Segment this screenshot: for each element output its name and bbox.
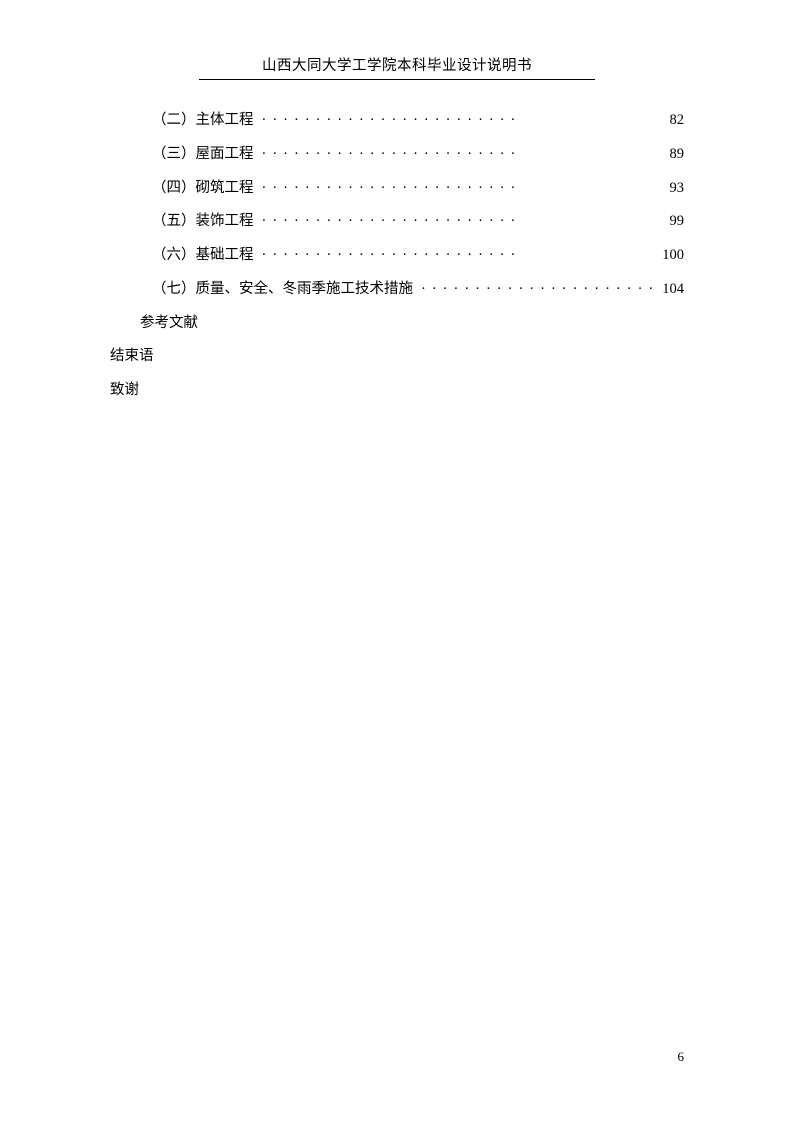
toc-dots: ························: [254, 144, 657, 166]
page-number: 6: [678, 1049, 685, 1065]
header-title: 山西大同大学工学院本科毕业设计说明书: [262, 58, 532, 74]
toc-dots: ························: [254, 245, 657, 267]
toc-entry: （三）屋面工程 ························ 89: [110, 144, 684, 166]
toc-dots: ························: [254, 178, 657, 200]
conclusion-label: 结束语: [110, 348, 154, 364]
toc-entry: （四）砌筑工程 ························ 93: [110, 178, 684, 200]
toc-page: 82: [656, 110, 684, 132]
toc-entry: （六）基础工程 ························ 100: [110, 245, 684, 267]
toc-label: （三）屋面工程: [152, 144, 254, 166]
toc-label: （二）主体工程: [152, 110, 254, 132]
references-line: 参考文献: [110, 313, 684, 335]
toc-page: 104: [656, 279, 684, 301]
toc-entry: （二）主体工程 ························ 82: [110, 110, 684, 132]
toc-label: （五）装饰工程: [152, 211, 254, 233]
toc-label: （四）砌筑工程: [152, 178, 254, 200]
page-header: 山西大同大学工学院本科毕业设计说明书: [0, 0, 794, 80]
toc-entry: （七）质量、安全、冬雨季施工技术措施 ·····················…: [110, 279, 684, 301]
toc-label: （六）基础工程: [152, 245, 254, 267]
toc-page: 100: [656, 245, 684, 267]
thanks-label: 致谢: [110, 382, 139, 398]
references-label: 参考文献: [140, 315, 198, 331]
toc-entry: （五）装饰工程 ························ 99: [110, 211, 684, 233]
toc-dots: ························: [254, 211, 657, 233]
toc-page: 99: [656, 211, 684, 233]
toc-dots: ························: [413, 279, 656, 301]
conclusion-line: 结束语: [110, 346, 684, 368]
page-content: （二）主体工程 ························ 82 （三）屋…: [0, 80, 794, 402]
thanks-line: 致谢: [110, 380, 684, 402]
toc-dots: ························: [254, 110, 657, 132]
toc-label: （七）质量、安全、冬雨季施工技术措施: [152, 279, 413, 301]
toc-page: 93: [656, 178, 684, 200]
toc-page: 89: [656, 144, 684, 166]
